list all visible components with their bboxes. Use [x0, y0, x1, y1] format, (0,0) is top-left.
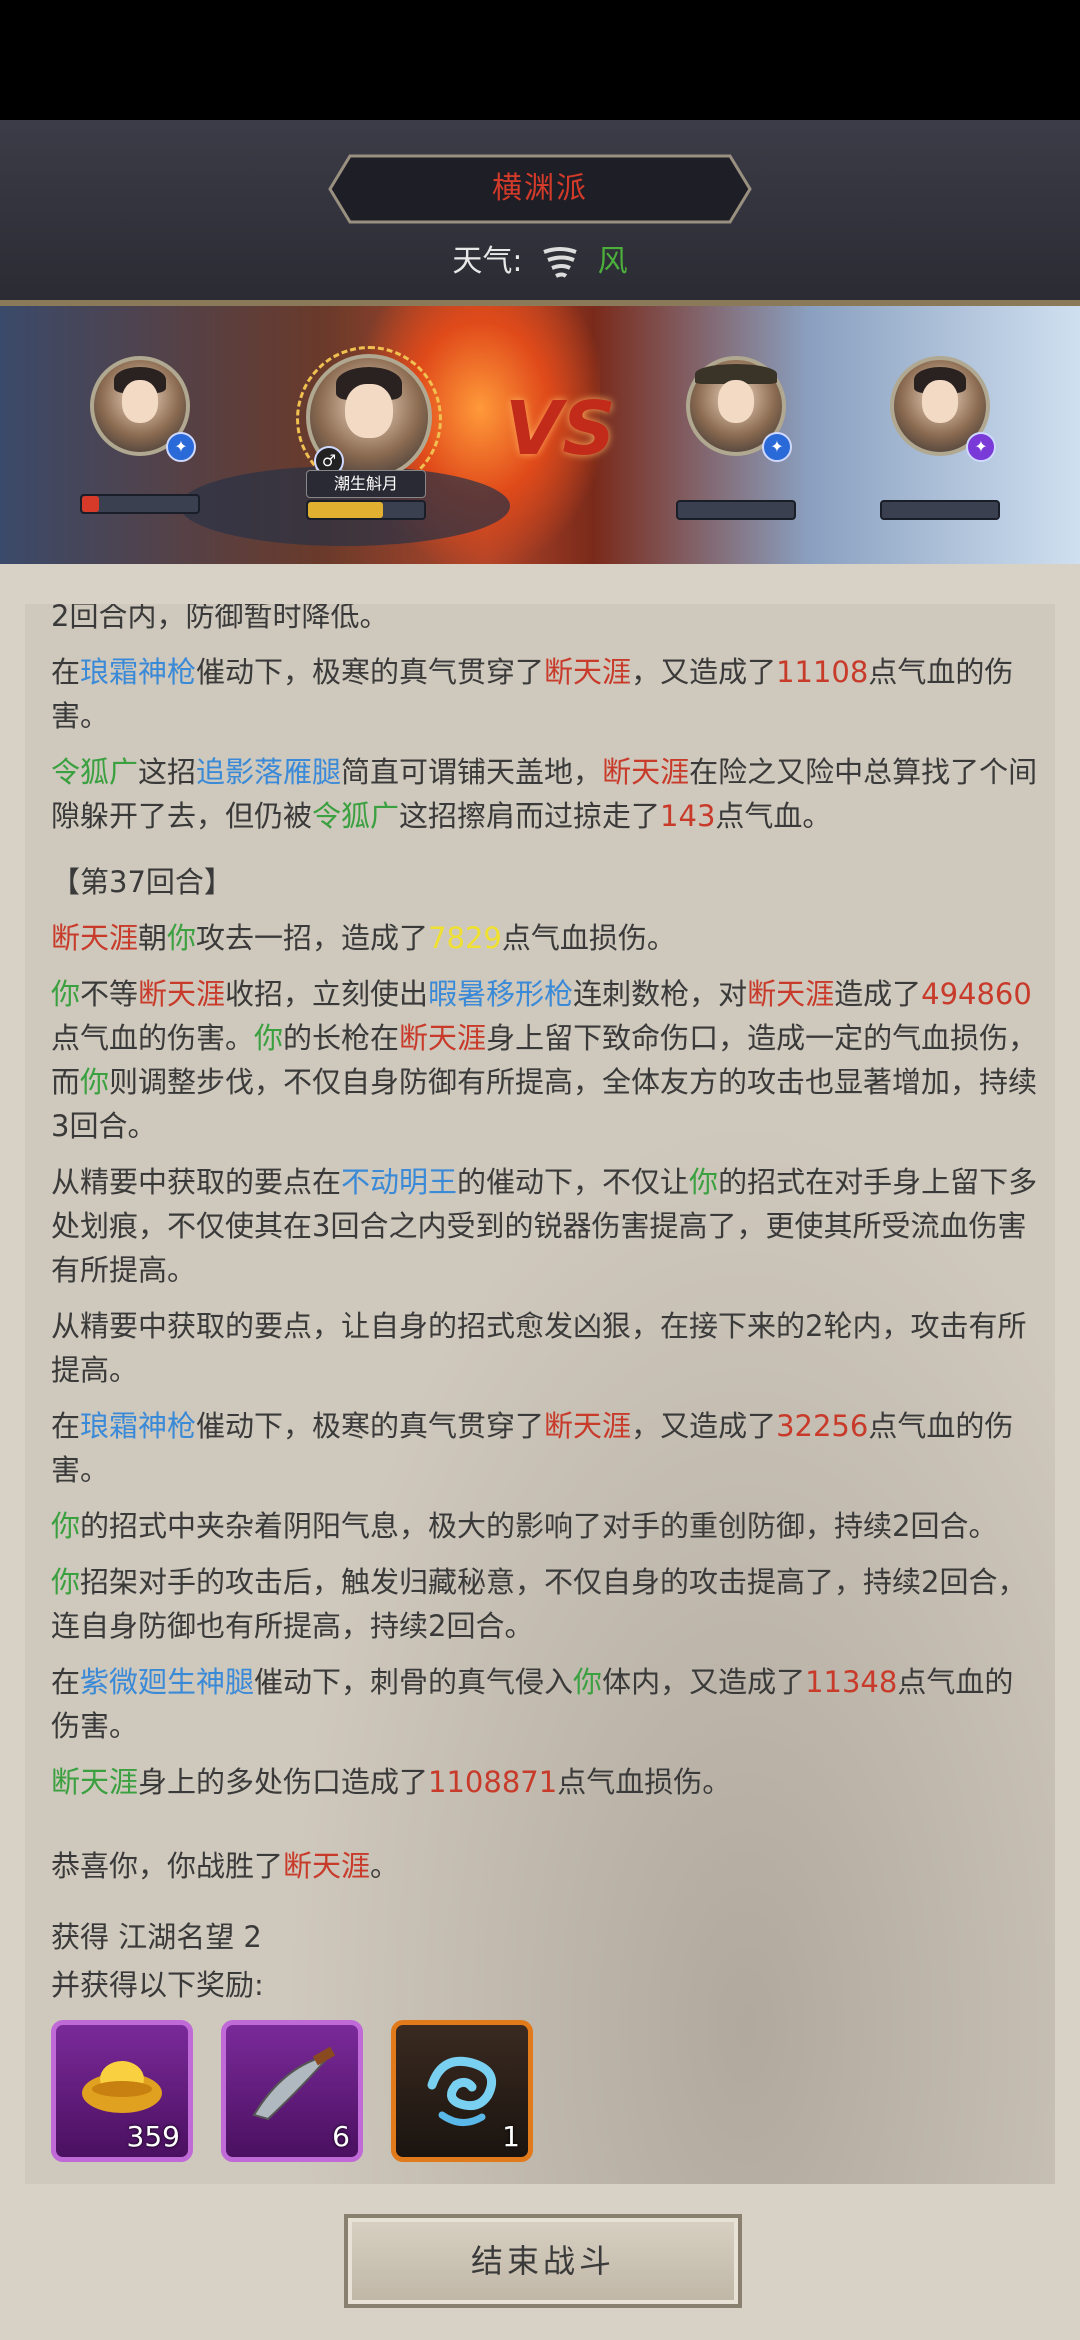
status-bar: [0, 0, 1080, 120]
enemy-2-class-icon: ✦: [966, 432, 996, 462]
log-entry: 2回合内，防御暂时降低。: [51, 604, 389, 633]
whirlwind-icon: [540, 246, 580, 280]
log-entry: 在琅霜神枪催动下，极寒的真气贯穿了断天涯，又造成了32256点气血的伤害。: [51, 1409, 1014, 1487]
ally-1-hp-fill: [82, 496, 100, 512]
ally-1-hp-bar: [80, 494, 200, 514]
ally-1-class-icon: ✦: [166, 432, 196, 462]
dagger-icon: [244, 2045, 340, 2129]
enemy-1-hp-bar: [676, 500, 796, 520]
vs-emblem: VS: [505, 386, 616, 472]
log-entry: 从精要中获取的要点在不动明王的催动下，不仅让你的招式在对手身上留下多处划痕，不仅…: [51, 1165, 1038, 1287]
cloud-swirl-icon: [412, 2045, 512, 2139]
log-entry: 断天涯朝你攻去一招，造成了7829点气血损伤。: [51, 921, 676, 955]
enemy-1-class-icon: ✦: [762, 432, 792, 462]
reward-count: 1: [502, 2120, 520, 2153]
victory-message: 恭喜你，你战胜了断天涯。: [51, 1849, 400, 1883]
reward-item-dagger[interactable]: 6: [221, 2020, 363, 2162]
weather-label: 天气:: [452, 244, 523, 279]
sect-title-plate: 横渊派: [328, 154, 752, 224]
battle-header: 横渊派 天气: 风: [0, 120, 1080, 306]
reward-item-cloud[interactable]: 1: [391, 2020, 533, 2162]
gold-ingot-icon: [78, 2049, 166, 2123]
log-entry: 从精要中获取的要点，让自身的招式愈发凶狠，在接下来的2轮内，攻击有所提高。: [51, 1309, 1027, 1387]
log-entry: 断天涯身上的多处伤口造成了1108871点气血损伤。: [51, 1765, 732, 1799]
log-entry: 在紫微廻生神腿催动下，刺骨的真气侵入你体内，又造成了11348点气血的伤害。: [51, 1665, 1014, 1743]
reward-count: 6: [332, 2120, 350, 2153]
rewards-heading: 并获得以下奖励:: [51, 1968, 264, 2002]
log-entry: 在琅霜神枪催动下，极寒的真气贯穿了断天涯，又造成了11108点气血的伤害。: [51, 655, 1014, 733]
battle-log-panel[interactable]: 2回合内，防御暂时降低。 在琅霜神枪催动下，极寒的真气贯穿了断天涯，又造成了11…: [25, 604, 1055, 2184]
active-hp-bar: [306, 500, 426, 520]
active-hp-fill: [308, 502, 384, 518]
log-entry: 你招架对手的攻击后，触发归藏秘意，不仅自身的攻击提高了，持续2回合，连自身防御也…: [51, 1565, 1027, 1643]
weather-value: 风: [597, 244, 628, 279]
log-entry: 令狐广这招追影落雁腿简直可谓铺天盖地，断天涯在险之又险中总算找了个间隙躲开了去，…: [51, 755, 1038, 833]
enemy-2-hp-bar: [880, 500, 1000, 520]
round-header: 【第37回合】: [51, 865, 233, 899]
battle-log: 2回合内，防御暂时降低。 在琅霜神枪催动下，极寒的真气贯穿了断天涯，又造成了11…: [51, 604, 1041, 1900]
active-name-tag: 潮生斛月: [306, 470, 426, 498]
reward-item-gold[interactable]: 359: [51, 2020, 193, 2162]
reward-count: 359: [126, 2120, 180, 2153]
log-entry: 你的招式中夹杂着阴阳气息，极大的影响了对手的重创防御，持续2回合。: [51, 1509, 998, 1543]
weather-row: 天气: 风: [0, 236, 1080, 280]
sect-title: 横渊派: [492, 171, 588, 206]
reputation-reward: 获得 江湖名望 2: [51, 1920, 262, 1954]
end-battle-button[interactable]: 结束战斗: [344, 2214, 742, 2308]
log-entry: 你不等断天涯收招，立刻使出暇暑移形枪连刺数枪，对断天涯造成了494860点气血的…: [51, 977, 1038, 1143]
battle-scene: VS ✦ ♂ 潮生斛月 ✦ ✦: [0, 306, 1080, 564]
